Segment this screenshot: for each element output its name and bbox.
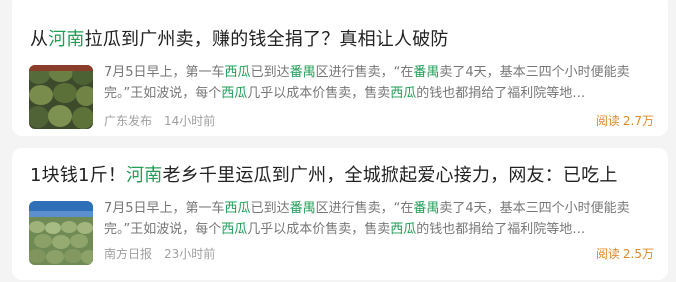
title-text: 从: [30, 29, 49, 50]
watermelon-pile-photo-icon[interactable]: [29, 65, 93, 129]
summary-keyword: 番禺: [413, 65, 440, 80]
read-count-value: 2.5万: [622, 247, 654, 261]
news-title[interactable]: 从河南拉瓜到广州卖，赚的钱全捐了？真相让人破防: [30, 28, 449, 52]
read-count-value: 2.7万: [622, 114, 654, 128]
summary-text: 已到达: [250, 65, 290, 80]
summary-text: 已到达: [250, 201, 290, 216]
news-time: 23小时前: [164, 247, 216, 261]
read-count-label: 阅读: [595, 247, 620, 261]
news-source[interactable]: 广东发布: [104, 114, 152, 128]
news-summary: 7月5日早上，第一车西瓜已到达番禺区进行售卖，“在番禺卖了4天，基本三四个小时便…: [104, 198, 654, 240]
summary-keyword: 番禺: [413, 201, 440, 216]
news-title[interactable]: 1块钱1斤！河南老乡千里运瓜到广州，全城掀起爱心接力，网友：已吃上: [30, 164, 618, 188]
title-keyword: 河南: [126, 165, 163, 186]
summary-text: 区进行售卖，“在: [315, 201, 414, 216]
summary-text: 7月5日早上，第一车: [104, 201, 225, 216]
news-time: 14小时前: [164, 114, 216, 128]
summary-text: 的钱也都捐给了福利院等地…: [416, 222, 586, 237]
summary-keyword: 番禺: [289, 65, 316, 80]
news-meta: 广东发布 14小时前: [104, 112, 215, 129]
summary-keyword: 西瓜: [221, 86, 248, 101]
title-keyword: 河南: [48, 29, 85, 50]
title-text: 1块钱1斤！: [30, 165, 127, 186]
news-source[interactable]: 南方日报: [104, 247, 152, 261]
read-count-label: 阅读: [595, 114, 620, 128]
news-meta: 南方日报 23小时前: [104, 245, 215, 262]
summary-text: 几乎以成本价售卖，售卖: [247, 222, 391, 237]
news-card[interactable]: 1块钱1斤！河南老乡千里运瓜到广州，全城掀起爱心接力，网友：已吃上 7月5日早上…: [12, 148, 668, 280]
watermelon-truck-photo-icon[interactable]: [29, 201, 93, 265]
summary-keyword: 西瓜: [390, 86, 417, 101]
read-count: 阅读 2.7万: [596, 112, 654, 129]
title-text: 拉瓜到广州卖，赚的钱全捐了？真相让人破防: [84, 29, 449, 50]
summary-text: 7月5日早上，第一车: [104, 65, 225, 80]
summary-text: 区进行售卖，“在: [315, 65, 414, 80]
summary-text: 的钱也都捐给了福利院等地…: [416, 86, 586, 101]
summary-keyword: 番禺: [289, 201, 316, 216]
read-count: 阅读 2.5万: [596, 245, 654, 262]
news-card[interactable]: 从河南拉瓜到广州卖，赚的钱全捐了？真相让人破防 7月5日早上，第一车西瓜已到达番…: [12, 0, 668, 136]
summary-keyword: 西瓜: [224, 65, 251, 80]
summary-keyword: 西瓜: [224, 201, 251, 216]
summary-text: 几乎以成本价售卖，售卖: [247, 86, 391, 101]
title-text: 老乡千里运瓜到广州，全城掀起爱心接力，网友：已吃上: [162, 165, 618, 186]
summary-keyword: 西瓜: [221, 222, 248, 237]
summary-keyword: 西瓜: [390, 222, 417, 237]
news-summary: 7月5日早上，第一车西瓜已到达番禺区进行售卖，“在番禺卖了4天，基本三四个小时便…: [104, 62, 654, 104]
